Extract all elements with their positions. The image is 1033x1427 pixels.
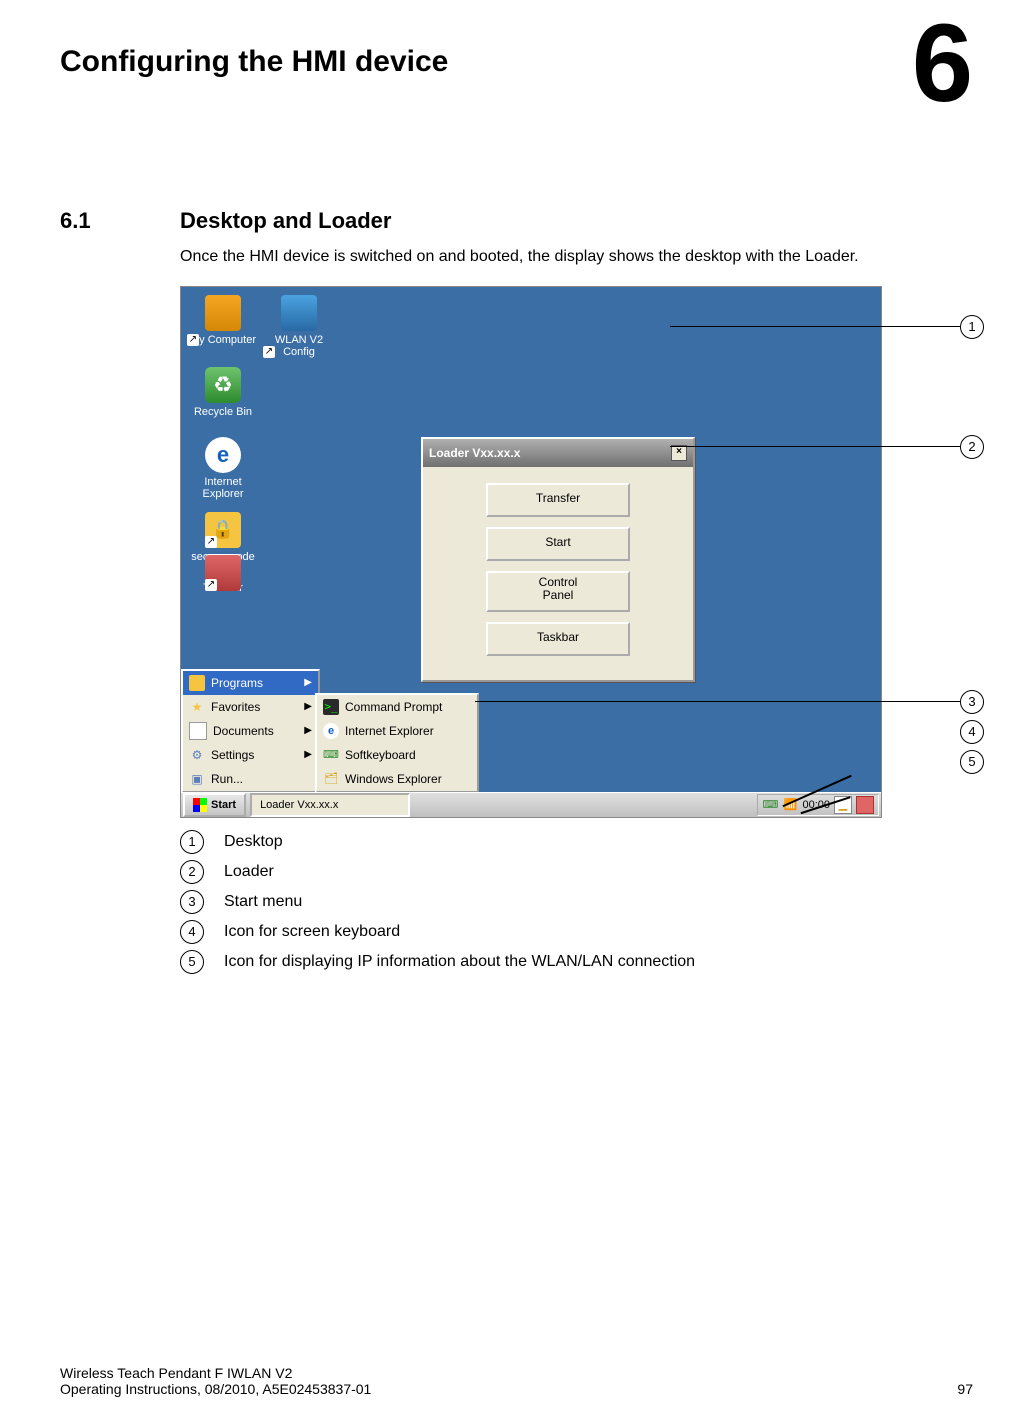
figure: ↗ My Computer ↗ WLAN V2 Config ♻ Recycle…	[180, 286, 1010, 818]
legend-1: Desktop	[224, 833, 283, 851]
callout-4: 4	[960, 720, 984, 744]
chapter-number: 6	[912, 20, 973, 108]
loader-control-panel-button[interactable]: Control Panel	[486, 571, 630, 612]
internet-explorer-icon: e	[205, 437, 241, 473]
legend-num-4: 4	[180, 920, 204, 944]
callout-1: 1	[960, 315, 984, 339]
submenu-ie-label: Internet Explorer	[345, 724, 434, 738]
submenu-command-prompt[interactable]: >_ Command Prompt	[317, 695, 477, 719]
programs-folder-icon	[189, 675, 205, 691]
desktop-screenshot: ↗ My Computer ↗ WLAN V2 Config ♻ Recycle…	[180, 286, 882, 818]
start-button[interactable]: Start	[183, 793, 246, 817]
taskbar-shortcut-icon: ↗	[205, 554, 241, 591]
my-computer-icon: ↗	[205, 295, 241, 331]
loader-start-button[interactable]: Start	[486, 527, 630, 561]
settings-gear-icon: ⚙	[189, 747, 205, 763]
start-menu-favorites[interactable]: ★ Favorites ▶	[183, 695, 318, 719]
taskbar: Start Loader Vxx.xx.x ⌨ 📶 00:00 ▁	[181, 792, 881, 817]
windows-explorer-icon: 🗂	[323, 771, 339, 787]
legend-3: Start menu	[224, 893, 302, 911]
favorites-label: Favorites	[211, 700, 260, 714]
softkeyboard-icon: ⌨	[323, 747, 339, 763]
loader-control-panel-label-l2: Panel	[543, 588, 574, 602]
command-prompt-icon: >_	[323, 699, 339, 715]
internet-explorer-label: Internet Explorer	[203, 476, 244, 500]
callout-5: 5	[960, 750, 984, 774]
recycle-bin-icon: ♻	[205, 367, 241, 403]
desktop-icon-taskbar[interactable]: ↗ TaskBar	[187, 582, 259, 594]
footer-line2: Operating Instructions, 08/2010, A5E0245…	[60, 1381, 371, 1397]
windows-explorer-label: Windows Explorer	[345, 772, 442, 786]
desktop-icon-my-computer[interactable]: ↗ My Computer	[187, 295, 259, 346]
tray-display-icon[interactable]	[856, 796, 874, 814]
start-button-label: Start	[211, 799, 236, 811]
settings-arrow-icon: ▶	[304, 749, 312, 760]
documents-label: Documents	[213, 724, 274, 738]
page-number: 97	[957, 1381, 973, 1397]
taskbar-loader-button[interactable]: Loader Vxx.xx.x	[250, 793, 410, 817]
taskbar-loader-label: Loader Vxx.xx.x	[260, 799, 338, 811]
submenu-ie-icon: e	[323, 723, 339, 739]
legend-5: Icon for displaying IP information about…	[224, 953, 695, 971]
legend-num-2: 2	[180, 860, 204, 884]
intro-paragraph: Once the HMI device is switched on and b…	[180, 246, 960, 268]
command-prompt-label: Command Prompt	[345, 700, 442, 714]
documents-icon	[189, 722, 207, 740]
programs-label: Programs	[211, 676, 263, 690]
wlan-config-label: WLAN V2 Config	[275, 334, 323, 358]
start-menu[interactable]: Programs ▶ ★ Favorites ▶ Documents ▶ ⚙ S…	[181, 669, 320, 793]
legend-num-5: 5	[180, 950, 204, 974]
desktop-icon-wlan-config[interactable]: ↗ WLAN V2 Config	[263, 295, 335, 358]
run-icon: ▣	[189, 771, 205, 787]
desktop-icon-internet-explorer[interactable]: e Internet Explorer	[187, 437, 259, 500]
legend-2: Loader	[224, 863, 274, 881]
loader-titlebar[interactable]: Loader Vxx.xx.x ×	[423, 439, 693, 467]
wlan-config-icon: ↗	[281, 295, 317, 331]
documents-arrow-icon: ▶	[304, 725, 312, 736]
callout-3: 3	[960, 690, 984, 714]
loader-window[interactable]: Loader Vxx.xx.x × Transfer Start Control…	[421, 437, 695, 682]
submenu-internet-explorer[interactable]: e Internet Explorer	[317, 719, 477, 743]
submenu-softkeyboard[interactable]: ⌨ Softkeyboard	[317, 743, 477, 767]
legend-num-1: 1	[180, 830, 204, 854]
legend-4: Icon for screen keyboard	[224, 923, 400, 941]
legend-num-3: 3	[180, 890, 204, 914]
settings-label: Settings	[211, 748, 254, 762]
favorites-star-icon: ★	[189, 699, 205, 715]
favorites-arrow-icon: ▶	[304, 701, 312, 712]
loader-transfer-button[interactable]: Transfer	[486, 483, 630, 517]
figure-legend: 1 Desktop 2 Loader 3 Start menu 4 Icon for s…	[180, 830, 973, 974]
section-title: Desktop and Loader	[180, 208, 391, 234]
callout-1-line	[670, 326, 960, 328]
start-menu-documents[interactable]: Documents ▶	[183, 719, 318, 743]
callout-2-line	[670, 446, 960, 448]
desktop-icon-recycle-bin[interactable]: ♻ Recycle Bin	[187, 367, 259, 418]
loader-control-panel-label-l1: Control	[539, 575, 578, 589]
recycle-bin-label: Recycle Bin	[194, 406, 252, 418]
loader-taskbar-button[interactable]: Taskbar	[486, 622, 630, 656]
start-menu-settings[interactable]: ⚙ Settings ▶	[183, 743, 318, 767]
submenu-windows-explorer[interactable]: 🗂 Windows Explorer	[317, 767, 477, 791]
system-tray: ⌨ 📶 00:00 ▁	[757, 794, 879, 816]
chapter-title: Configuring the HMI device	[60, 45, 448, 79]
footer-line1: Wireless Teach Pendant F IWLAN V2	[60, 1365, 371, 1381]
softkeyboard-label: Softkeyboard	[345, 748, 416, 762]
windows-flag-icon	[193, 798, 207, 812]
callout-2: 2	[960, 435, 984, 459]
start-menu-programs[interactable]: Programs ▶	[183, 671, 318, 695]
my-computer-label: My Computer	[190, 334, 256, 346]
tray-screen-keyboard-icon[interactable]: ⌨	[762, 797, 778, 813]
programs-submenu[interactable]: >_ Command Prompt e Internet Explorer ⌨ …	[315, 693, 479, 793]
start-menu-run[interactable]: ▣ Run...	[183, 767, 318, 791]
page-footer: Wireless Teach Pendant F IWLAN V2 Operat…	[60, 1365, 973, 1397]
section-number: 6.1	[60, 208, 120, 234]
programs-arrow-icon: ▶	[304, 677, 312, 688]
callout-3-line	[475, 701, 960, 703]
run-label: Run...	[211, 772, 243, 786]
secure-mode-icon: ↗	[205, 512, 241, 548]
loader-title-text: Loader Vxx.xx.x	[429, 446, 520, 460]
